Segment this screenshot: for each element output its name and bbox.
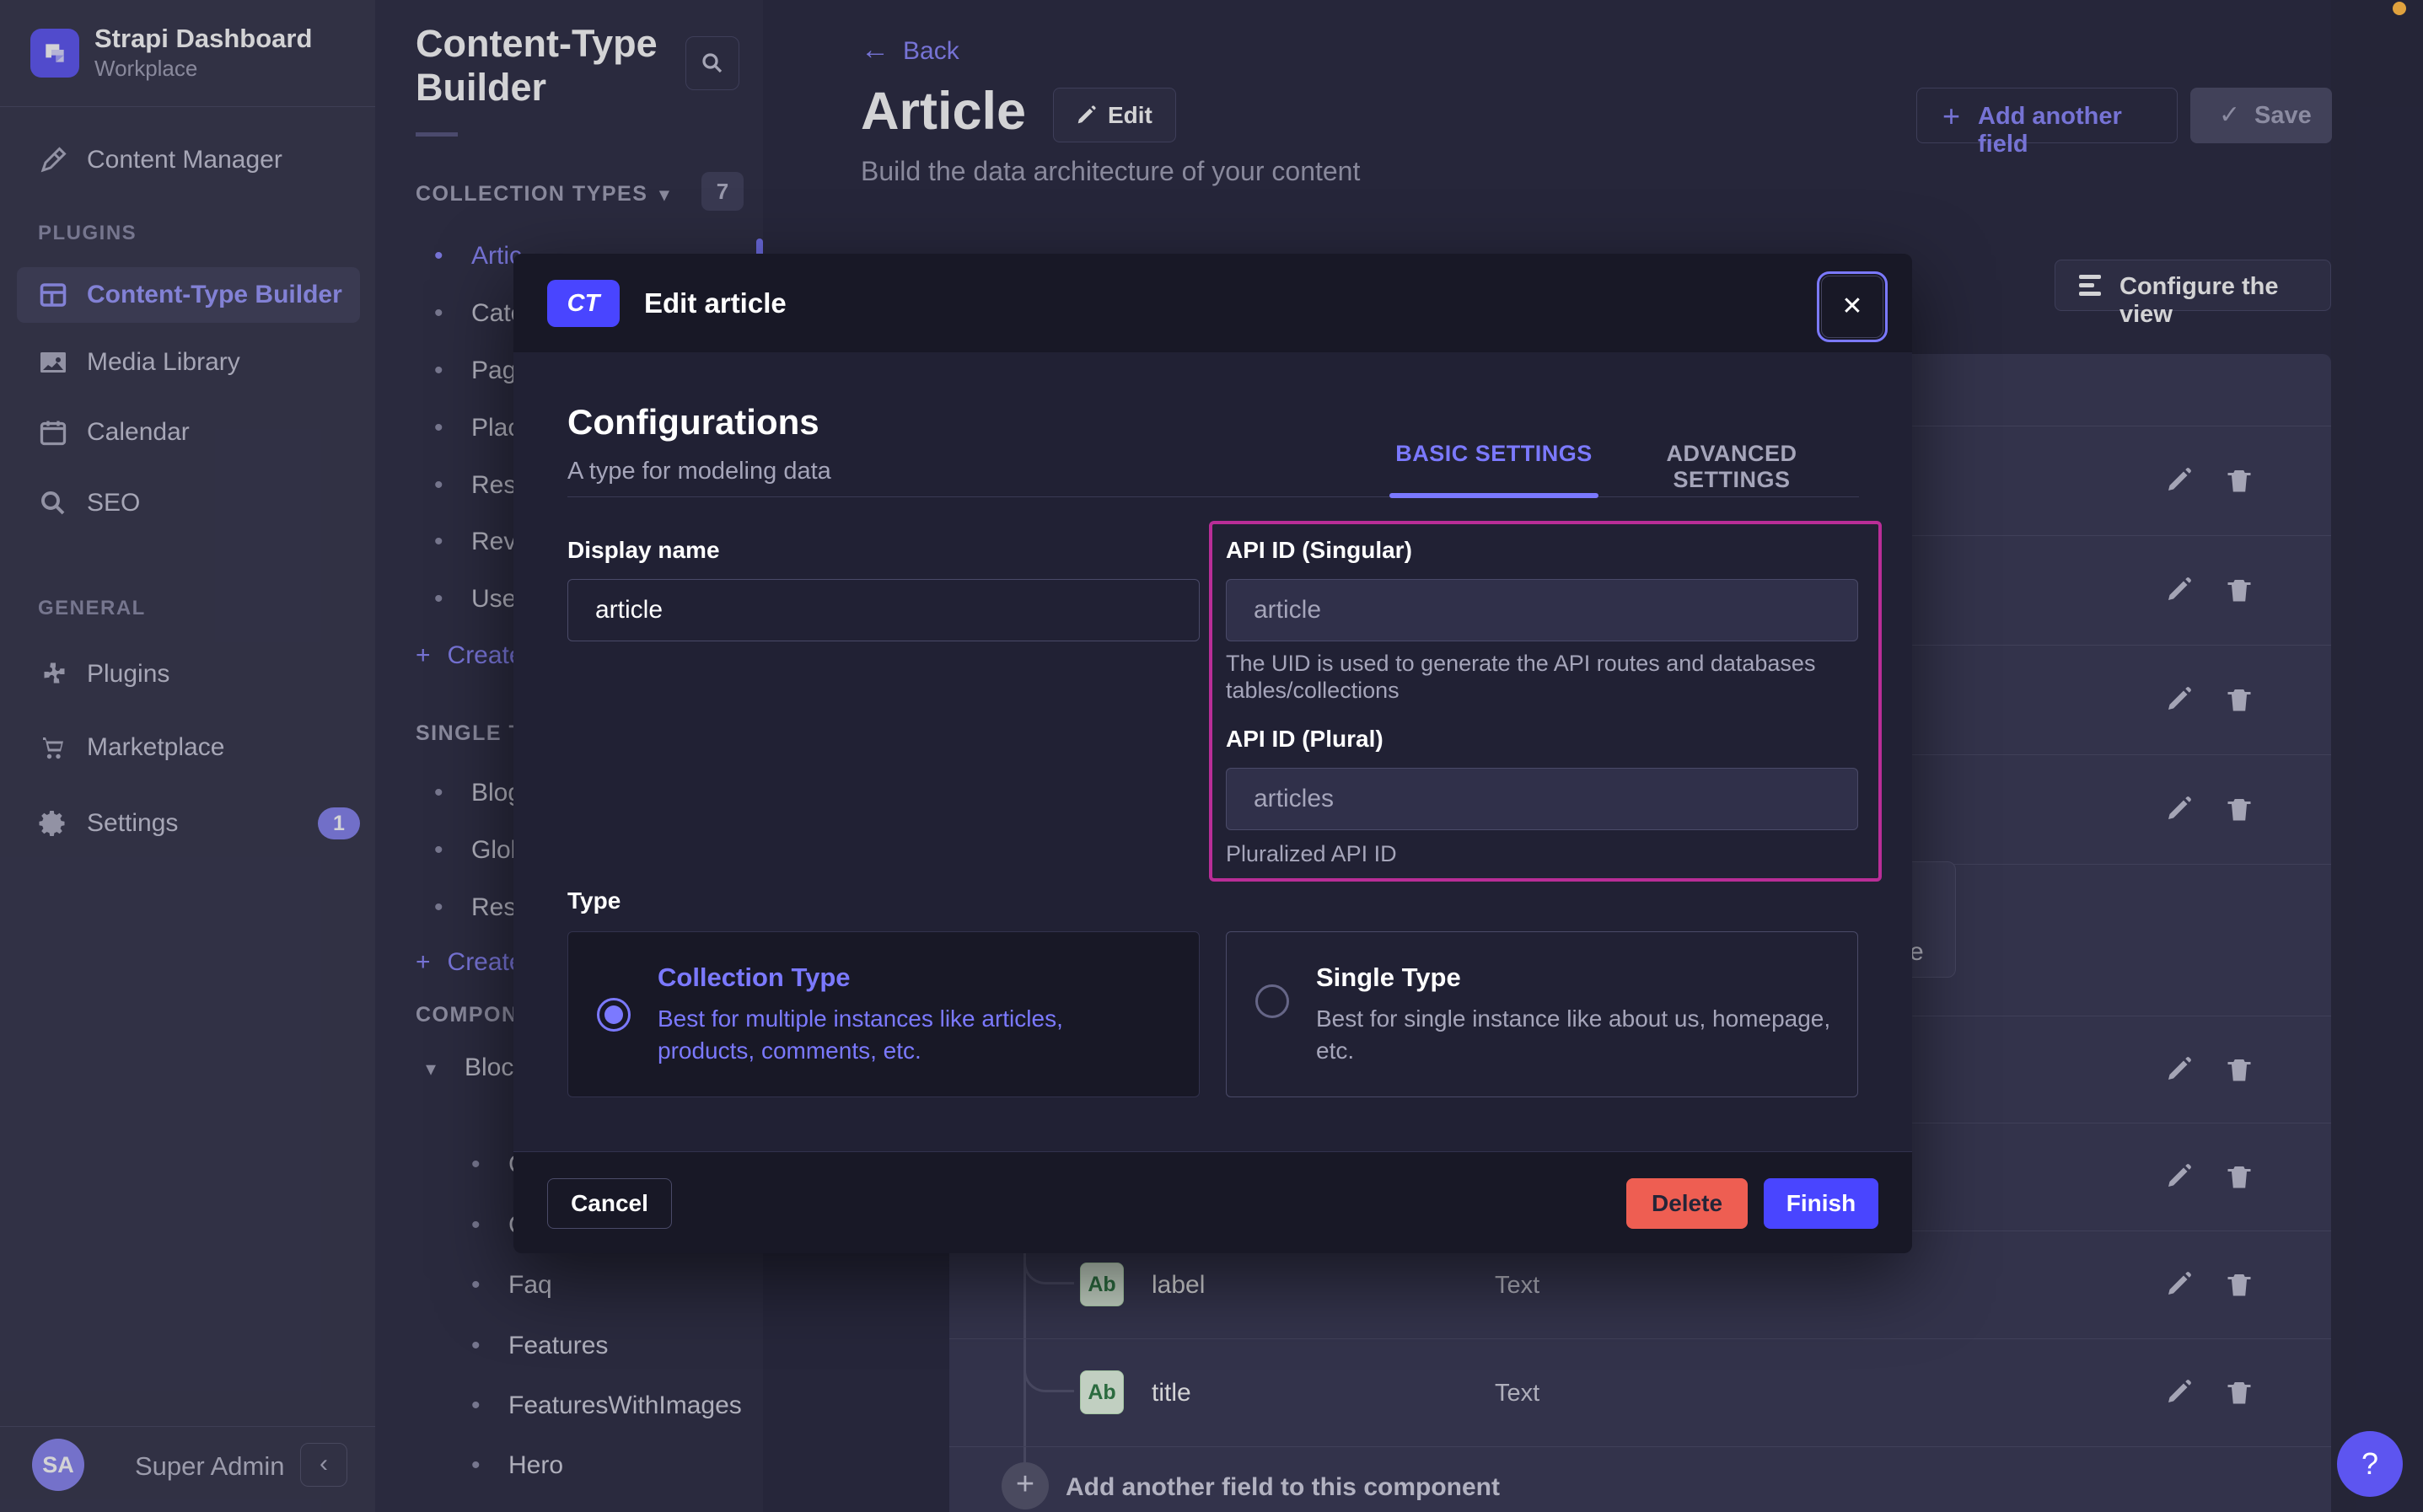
delete-button[interactable]: Delete <box>1626 1178 1748 1229</box>
modal-header: CT Edit article ✕ <box>513 254 1912 352</box>
tab-advanced-settings[interactable]: ADVANCED SETTINGS <box>1626 441 1837 493</box>
collection-type-desc: Best for multiple instances like article… <box>658 1003 1163 1067</box>
api-id-plural-input[interactable] <box>1226 768 1858 830</box>
single-type-title: Single Type <box>1316 962 1461 993</box>
content-type-badge: CT <box>547 280 620 327</box>
cancel-button[interactable]: Cancel <box>547 1178 672 1229</box>
display-name-input[interactable] <box>567 579 1200 641</box>
collection-type-title: Collection Type <box>658 962 851 993</box>
help-button[interactable]: ? <box>2337 1431 2403 1497</box>
api-id-plural-help: Pluralized API ID <box>1226 840 1397 867</box>
strapi-app: Strapi Dashboard Workplace Content Manag… <box>0 0 2423 1512</box>
api-id-singular-help: The UID is used to generate the API rout… <box>1226 650 1816 704</box>
finish-button[interactable]: Finish <box>1764 1178 1878 1229</box>
configurations-heading: Configurations <box>567 402 819 442</box>
close-icon[interactable]: ✕ <box>1821 276 1883 338</box>
collection-type-card[interactable]: Collection Type Best for multiple instan… <box>567 931 1200 1097</box>
radio-unselected-icon[interactable] <box>1255 984 1289 1018</box>
recording-indicator-dot <box>2393 2 2406 15</box>
single-type-desc: Best for single instance like about us, … <box>1316 1003 1839 1067</box>
edit-article-modal: CT Edit article ✕ Configurations A type … <box>513 254 1912 1253</box>
radio-selected-icon[interactable] <box>597 998 631 1032</box>
divider <box>567 496 1859 497</box>
display-name-label: Display name <box>567 537 720 564</box>
single-type-card[interactable]: Single Type Best for single instance lik… <box>1226 931 1858 1097</box>
active-tab-indicator <box>1389 493 1598 498</box>
api-id-plural-label: API ID (Plural) <box>1226 726 1383 753</box>
api-id-singular-label: API ID (Singular) <box>1226 537 1412 564</box>
modal-title: Edit article <box>644 287 787 319</box>
type-label: Type <box>567 887 621 914</box>
modal-footer: Cancel Delete Finish <box>513 1151 1912 1253</box>
api-id-singular-input[interactable] <box>1226 579 1858 641</box>
configurations-subtitle: A type for modeling data <box>567 458 831 485</box>
tab-basic-settings[interactable]: BASIC SETTINGS <box>1389 441 1598 467</box>
